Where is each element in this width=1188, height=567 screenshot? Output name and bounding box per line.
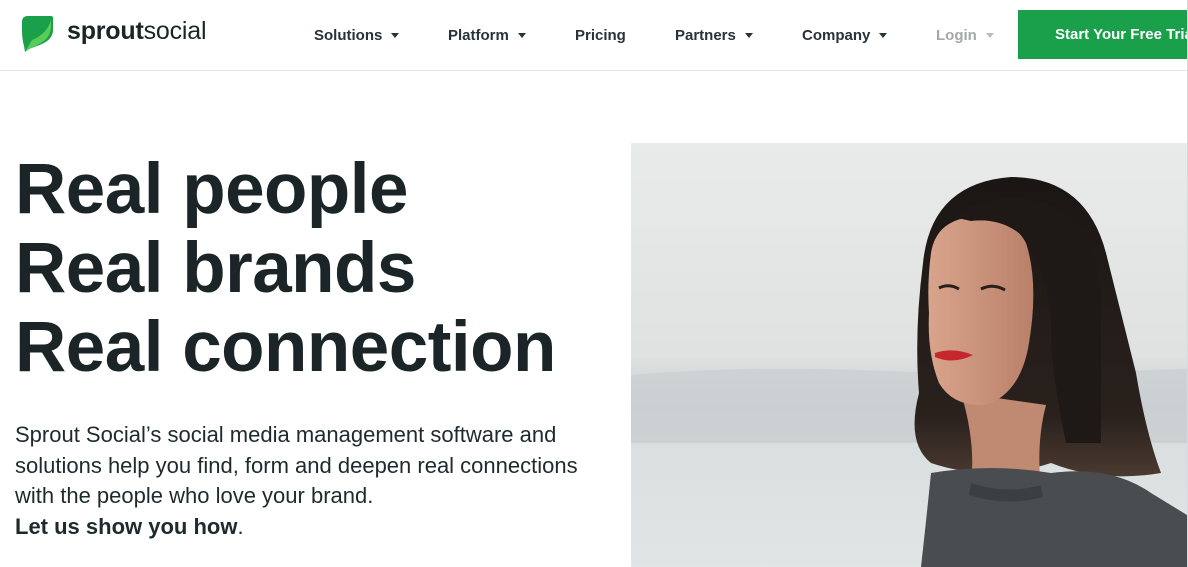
nav-solutions-label: Solutions: [314, 26, 383, 44]
nav-company-label: Company: [802, 26, 871, 44]
nav-partners-label: Partners: [675, 26, 736, 44]
hero-portrait-image: [631, 143, 1187, 567]
chevron-down-icon: [744, 33, 753, 38]
nav-pricing[interactable]: Pricing: [575, 0, 626, 70]
headline-line-2: Real brands: [15, 229, 416, 308]
chevron-down-icon: [517, 33, 526, 38]
nav-platform[interactable]: Platform: [448, 0, 526, 70]
let-us-show-you-link[interactable]: Let us show you how: [15, 514, 237, 539]
nav-login-label: Login: [936, 26, 977, 44]
brand-name-bold: sprout: [67, 16, 144, 45]
chevron-down-icon: [391, 33, 400, 38]
hero-photo: [631, 143, 1187, 567]
brand-name-regular: social: [143, 16, 207, 45]
site-header: sproutsocial Solutions Platform Pricing …: [0, 0, 1188, 71]
brand-logo[interactable]: sproutsocial: [20, 13, 206, 53]
hero-description-text: Sprout Social’s social media management …: [15, 422, 578, 508]
hero-headline: Real people Real brands Real connection: [15, 150, 556, 387]
nav-platform-label: Platform: [448, 26, 509, 44]
nav-login[interactable]: Login: [936, 0, 994, 70]
nav-solutions[interactable]: Solutions: [314, 0, 400, 70]
brand-wordmark: sproutsocial: [67, 16, 207, 45]
chevron-down-icon: [879, 33, 888, 38]
nav-pricing-label: Pricing: [575, 26, 626, 44]
hero-description-period: .: [237, 513, 244, 539]
nav-partners[interactable]: Partners: [675, 0, 753, 70]
chevron-down-icon: [985, 33, 994, 38]
start-free-trial-button[interactable]: Start Your Free Trial: [1018, 10, 1188, 59]
headline-line-3: Real connection: [15, 308, 556, 387]
sprout-leaf-icon: [22, 16, 53, 52]
nav-company[interactable]: Company: [802, 0, 888, 70]
headline-line-1: Real people: [15, 150, 409, 229]
hero-description: Sprout Social’s social media management …: [15, 420, 595, 542]
